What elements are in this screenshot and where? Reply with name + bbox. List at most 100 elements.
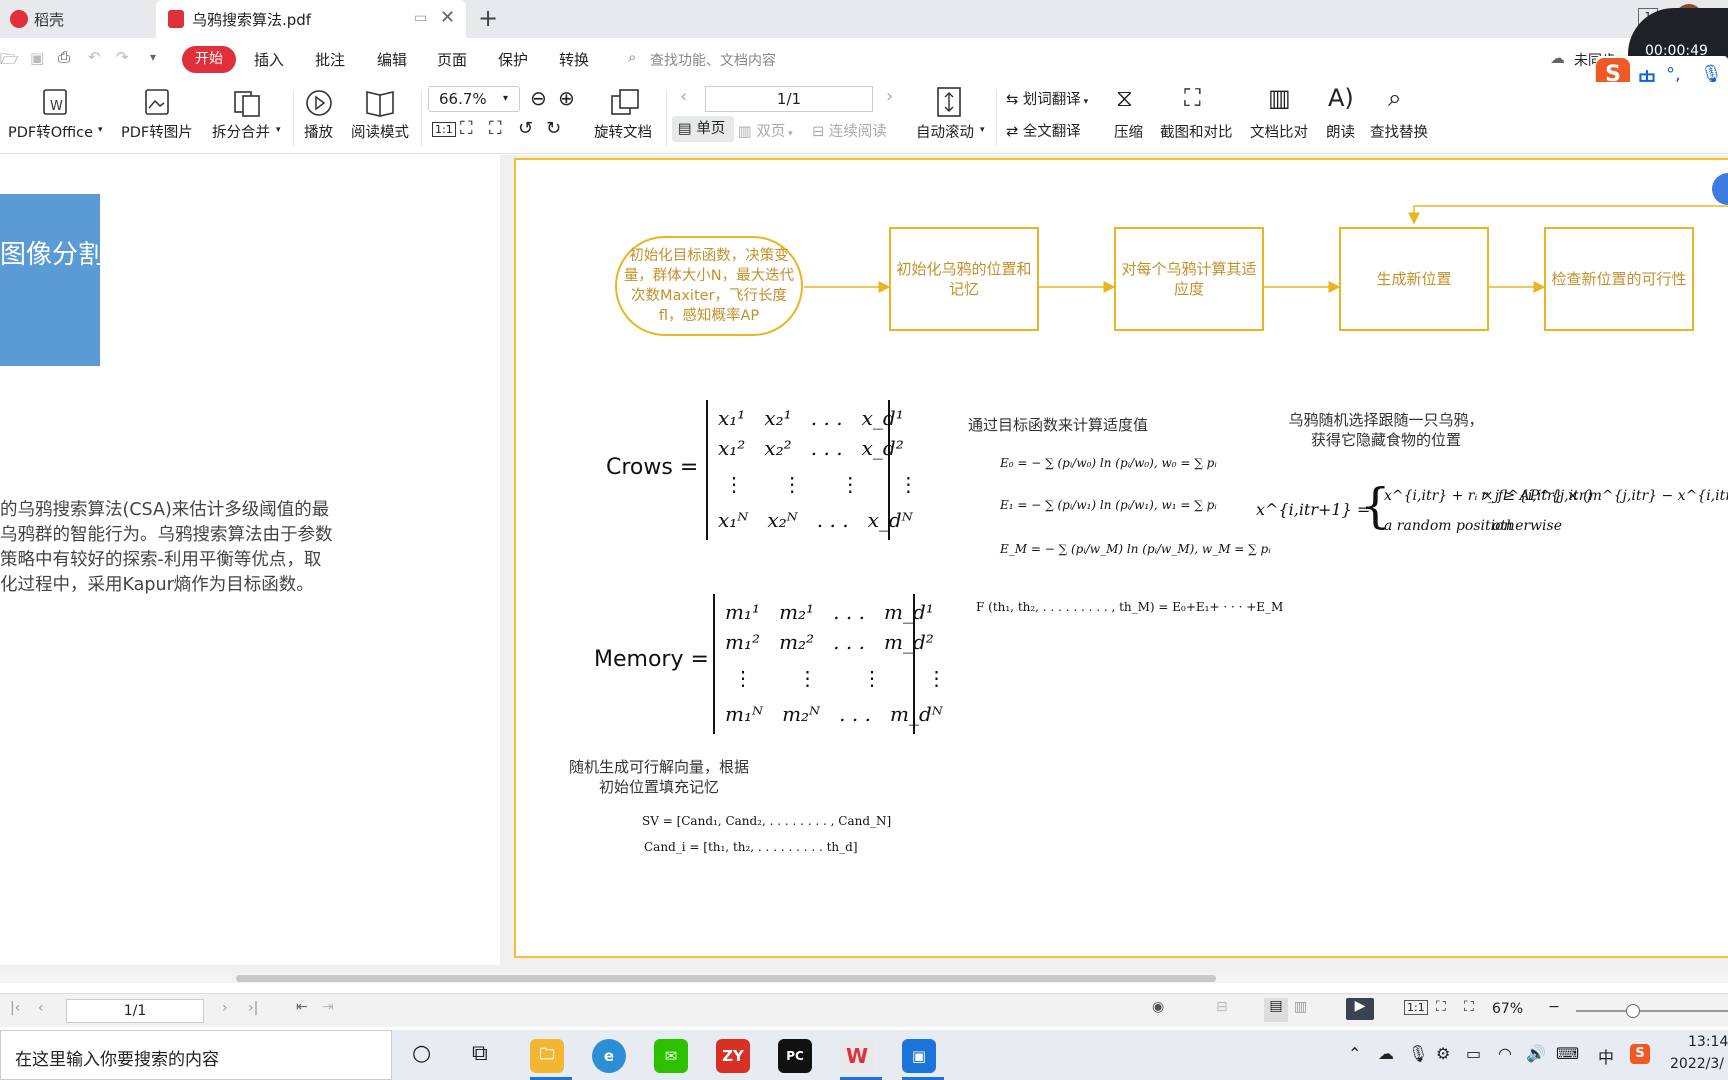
- redo-icon[interactable]: ↷: [116, 48, 129, 66]
- file-explorer-icon[interactable]: 🗀: [530, 1039, 564, 1073]
- rotate-left-icon[interactable]: ↺: [518, 118, 533, 139]
- menu-insert[interactable]: 插入: [254, 49, 284, 70]
- svg-text:W: W: [50, 99, 63, 114]
- cloud-icon: ☁: [1550, 49, 1565, 67]
- prev-page-icon[interactable]: ‹: [38, 1000, 44, 1016]
- zoom-slider[interactable]: [1576, 1004, 1728, 1018]
- pdf-to-image-button[interactable]: PDF转图片: [118, 82, 198, 152]
- fit-page-icon[interactable]: ⛶: [1436, 999, 1446, 1015]
- paragraph-line: 乌鸦群的智能行为。乌鸦搜索算法由于参数: [0, 525, 333, 545]
- actual-size-icon[interactable]: 1:1: [432, 122, 456, 137]
- compress-button[interactable]: ⧖ 压缩: [1110, 82, 1150, 152]
- more-icon[interactable]: ▾: [150, 50, 156, 64]
- single-page-button[interactable]: ▤ 单页: [672, 116, 734, 142]
- split-merge-button[interactable]: 拆分合并 ▾: [210, 82, 286, 152]
- menu-annotate[interactable]: 批注: [315, 49, 345, 70]
- eye-icon[interactable]: ◉: [1152, 999, 1164, 1015]
- next-page-icon[interactable]: ›: [222, 1000, 228, 1016]
- zoom-out-icon[interactable]: −: [1548, 999, 1560, 1015]
- battery-icon[interactable]: ▭: [1466, 1044, 1481, 1063]
- pdf-to-office-button[interactable]: W PDF转Office ▾: [6, 82, 106, 152]
- read-aloud-label: 朗读: [1326, 125, 1355, 141]
- zoom-in-icon[interactable]: ⊕: [558, 86, 575, 110]
- fit-icon[interactable]: ⊟: [1216, 999, 1228, 1015]
- taskbar-ime[interactable]: 中: [1598, 1044, 1614, 1068]
- clock-time[interactable]: 13:14: [1688, 1034, 1728, 1050]
- taskbar-search[interactable]: 在这里输入你要搜索的内容: [0, 1030, 392, 1080]
- search-input[interactable]: 查找功能、文档内容: [650, 50, 776, 70]
- word-translate-button[interactable]: ⇆ 划词翻译 ▾: [1006, 88, 1088, 109]
- horizontal-scrollbar[interactable]: [0, 973, 1728, 983]
- rotate-right-icon[interactable]: ↻: [546, 118, 561, 139]
- video-app-icon[interactable]: ▣: [902, 1039, 936, 1073]
- prev-page-icon[interactable]: ‹: [680, 86, 687, 107]
- back-icon[interactable]: ⇤: [296, 999, 308, 1015]
- doc-compare-button[interactable]: ▥ 文档比对: [1250, 82, 1312, 152]
- wps-icon[interactable]: W: [840, 1039, 874, 1073]
- status-zoom[interactable]: 67%: [1492, 1001, 1523, 1017]
- continuous-button[interactable]: ⊟ 连续阅读: [812, 120, 887, 141]
- play-slideshow-icon[interactable]: ▶: [1346, 998, 1374, 1020]
- pycharm-icon[interactable]: PC: [778, 1039, 812, 1073]
- wechat-icon[interactable]: ✉: [654, 1039, 688, 1073]
- menu-convert[interactable]: 转换: [559, 49, 589, 70]
- tab-daoke[interactable]: 稻壳: [0, 0, 152, 38]
- single-view-icon[interactable]: ▤: [1264, 998, 1288, 1022]
- tray-app-icon[interactable]: ⚙: [1436, 1044, 1450, 1063]
- auto-scroll-button[interactable]: 自动滚动 ▾: [912, 82, 988, 152]
- menu-start[interactable]: 开始: [182, 46, 236, 73]
- undo-icon[interactable]: ↶: [88, 48, 101, 66]
- print-icon[interactable]: ⎙: [58, 48, 70, 66]
- last-page-icon[interactable]: ›|: [248, 1000, 258, 1016]
- tab-document[interactable]: 乌鸦搜索算法.pdf ▭ ✕: [156, 0, 466, 38]
- double-view-icon[interactable]: ▥: [1294, 999, 1307, 1015]
- menu-edit[interactable]: 编辑: [377, 49, 407, 70]
- wifi-icon[interactable]: ◠: [1498, 1044, 1512, 1063]
- crows-matrix: x₁¹ x₂¹ . . . x_d¹ x₁² x₂² . . . x_d² ⋮ …: [706, 400, 918, 540]
- page-input[interactable]: 1/1: [705, 86, 873, 112]
- status-bar: |‹ ‹ 1/1 › ›| ⇤ ⇥ ◉ ⊟ ▤ ▥ ▶ 1:1 ⛶ ⛶ 67% …: [0, 993, 1728, 1027]
- full-translate-button[interactable]: ⇄ 全文翻译: [1006, 120, 1081, 141]
- save-icon[interactable]: ▣: [30, 49, 44, 67]
- actual-size-icon[interactable]: 1:1: [1404, 1000, 1428, 1015]
- clock-date[interactable]: 2022/3/: [1670, 1056, 1724, 1072]
- read-mode-button[interactable]: 阅读模式: [350, 82, 414, 152]
- task-view-icon[interactable]: ⧉: [472, 1041, 488, 1066]
- rotate-doc-button[interactable]: 旋转文档: [590, 82, 660, 152]
- cortana-icon[interactable]: ○: [412, 1041, 431, 1066]
- zoom-select[interactable]: 66.7% ▾: [428, 86, 520, 112]
- zy-icon[interactable]: ZY: [716, 1039, 750, 1073]
- next-page-icon[interactable]: ›: [886, 86, 893, 107]
- rotate-doc-icon: [611, 89, 639, 115]
- double-page-button[interactable]: ▥ 双页 ▾: [738, 120, 793, 141]
- screenshot-compare-button[interactable]: ⛶ 截图和对比: [1160, 82, 1240, 152]
- zoom-out-icon[interactable]: ⊖: [530, 86, 547, 110]
- keyboard-icon[interactable]: ⌨: [1556, 1044, 1579, 1063]
- scrollbar-thumb[interactable]: [236, 975, 1216, 982]
- single-page-icon: ▤: [678, 121, 692, 137]
- monitor-icon[interactable]: ▭: [414, 10, 427, 26]
- open-icon[interactable]: 🗁: [0, 49, 19, 74]
- volume-icon[interactable]: 🔊: [1526, 1044, 1546, 1063]
- sogou-tray-icon[interactable]: S: [1630, 1044, 1650, 1064]
- read-aloud-button[interactable]: A) 朗读: [1322, 82, 1362, 152]
- play-button[interactable]: 播放: [300, 82, 340, 152]
- menu-protect[interactable]: 保护: [498, 49, 528, 70]
- fit-width-icon[interactable]: ⛶: [489, 118, 502, 139]
- read-aloud-icon: A): [1328, 84, 1354, 112]
- close-icon[interactable]: ✕: [440, 7, 455, 28]
- tray-mic-icon[interactable]: 🎙: [1408, 1044, 1428, 1063]
- fit-width-icon[interactable]: ⛶: [1464, 999, 1474, 1015]
- tray-up-icon[interactable]: ⌃: [1348, 1044, 1361, 1063]
- find-replace-button[interactable]: ⌕ 查找替换: [1370, 82, 1434, 152]
- rotate-doc-label: 旋转文档: [594, 125, 652, 141]
- new-tab-icon[interactable]: +: [478, 4, 498, 32]
- menu-page[interactable]: 页面: [437, 49, 467, 70]
- first-page-icon[interactable]: |‹: [10, 1000, 20, 1016]
- status-page-input[interactable]: 1/1: [66, 999, 204, 1023]
- edge-icon[interactable]: e: [592, 1039, 626, 1073]
- forward-icon[interactable]: ⇥: [322, 999, 334, 1015]
- fit-page-icon[interactable]: ⛶: [460, 118, 473, 139]
- tray-cloud-icon[interactable]: ☁: [1378, 1044, 1394, 1063]
- zoom-slider-thumb[interactable]: [1626, 1004, 1640, 1018]
